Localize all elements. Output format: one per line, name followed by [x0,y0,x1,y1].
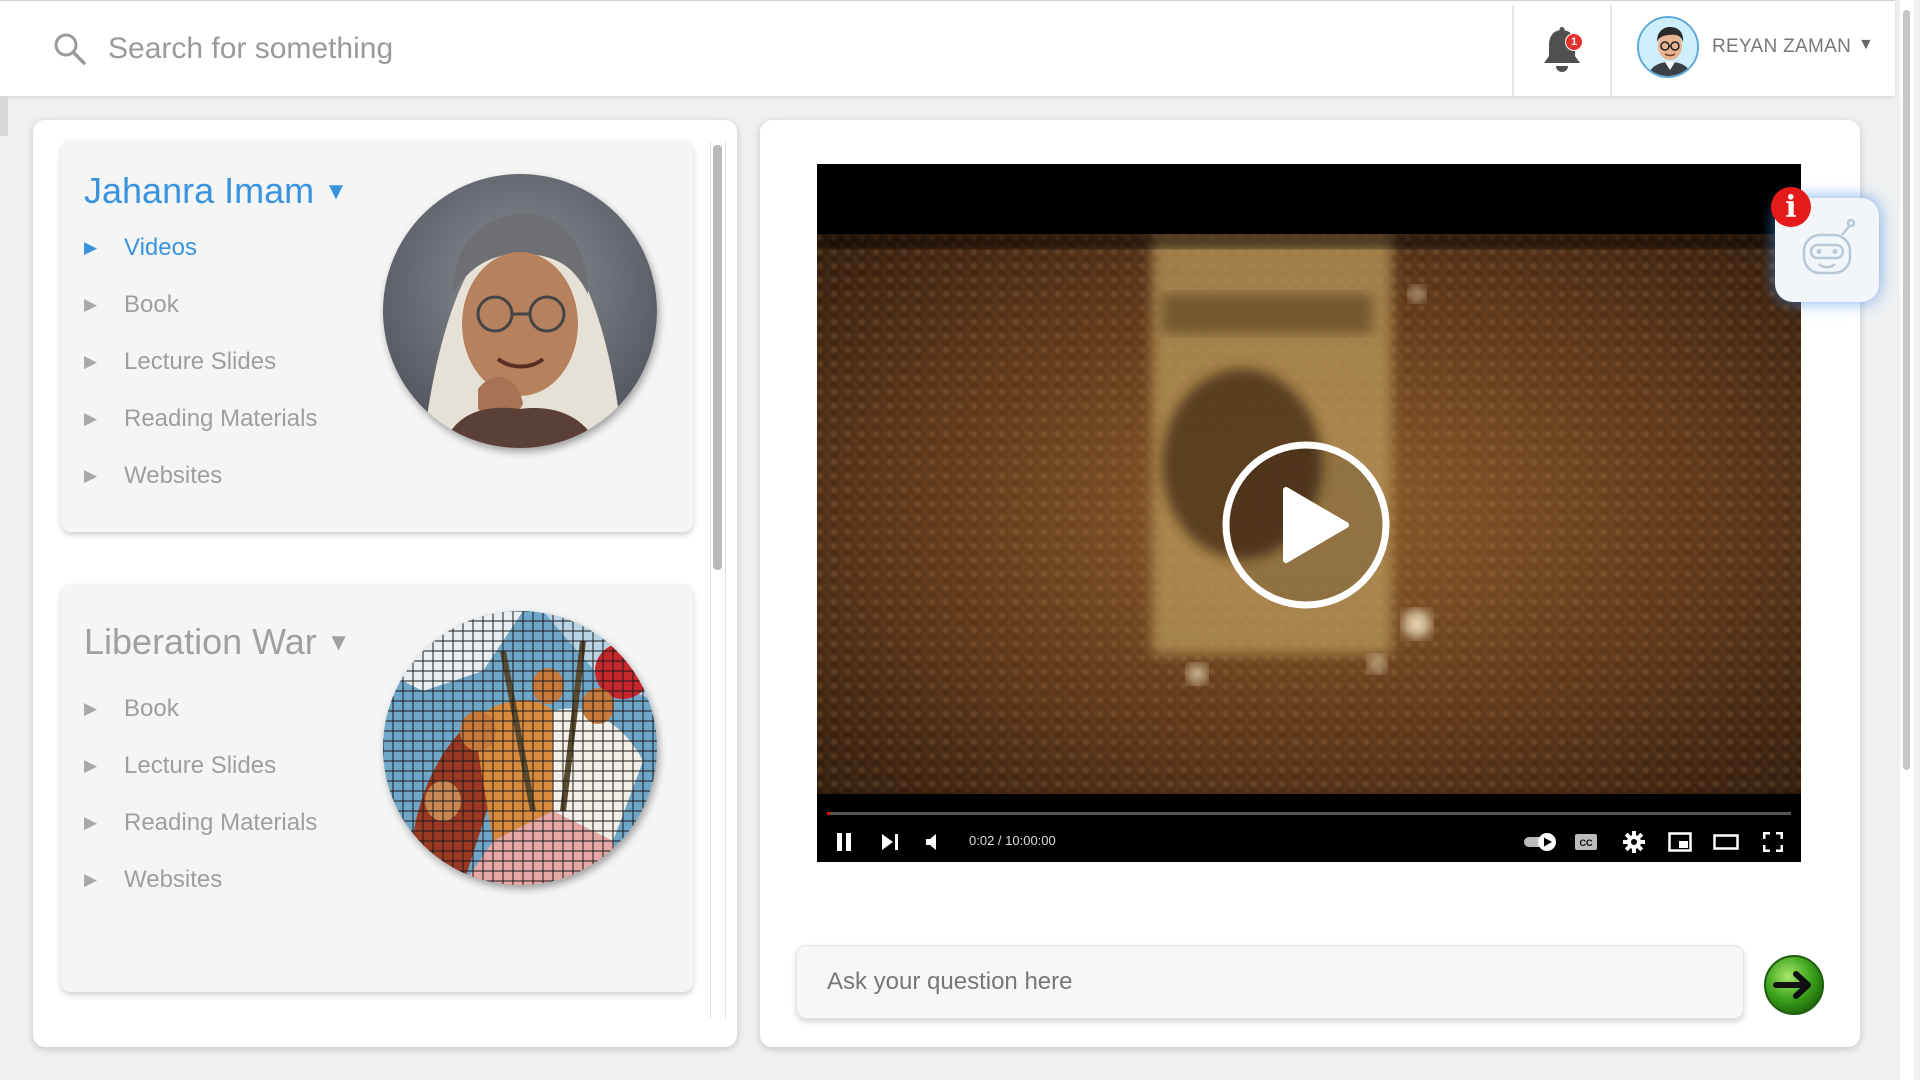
header-divider [1512,5,1514,97]
ask-question-input[interactable] [796,945,1744,1019]
resource-item-lecture-slides[interactable]: ▶ Lecture Slides [84,333,317,390]
top-header [0,0,1895,97]
edge-strip [0,96,8,136]
topic-title-text: Liberation War [84,621,317,662]
topic-portrait-photo [383,174,657,448]
topic-expand-caret-icon[interactable]: ▼ [324,178,348,205]
play-triangle-icon: ▶ [84,465,98,485]
resource-item-book[interactable]: ▶ Book [84,276,317,333]
volume-icon[interactable] [923,828,945,856]
assistant-info-badge[interactable]: i [1771,187,1811,227]
topics-scrollbar-thumb[interactable] [713,145,722,570]
topic-mosaic-photo [383,611,657,885]
resource-item-label: Lecture Slides [124,751,277,779]
svg-text:CC: CC [1580,838,1593,848]
user-name[interactable]: REYAN ZAMAN [1712,36,1851,58]
settings-gear-icon[interactable] [1619,828,1649,856]
pause-icon[interactable] [833,828,855,856]
search-input[interactable] [108,32,808,66]
play-triangle-icon: ▶ [84,869,98,889]
topic-resource-list: ▶ Videos ▶ Book ▶ Lecture Slides ▶ Reading M… [84,219,317,504]
autoplay-toggle-icon[interactable] [1521,828,1561,856]
header-divider [1610,5,1612,97]
video-progress-track[interactable] [827,812,1791,815]
resource-item-label: Book [124,694,179,722]
resource-item-label: Websites [124,865,223,893]
topic-card-jahanara-imam: Jahanra Imam ▼ ▶ Videos ▶ Book ▶ Lecture Sli… [61,140,693,532]
robot-icon [1802,218,1856,275]
page-scrollbar-thumb[interactable] [1903,10,1910,770]
user-menu-caret-icon[interactable]: ▼ [1858,36,1874,54]
play-triangle-icon: ▶ [84,755,98,775]
resource-item-videos[interactable]: ▶ Videos [84,219,317,276]
topic-title-text: Jahanra Imam [84,170,315,211]
play-triangle-icon: ▶ [84,294,98,314]
video-player[interactable]: 0:02 / 10:00:00 CC [817,164,1801,862]
resource-item-reading-materials[interactable]: ▶ Reading Materials [84,390,317,447]
topic-resource-list: ▶ Book ▶ Lecture Slides ▶ Reading Materials… [84,680,317,908]
play-triangle-icon: ▶ [84,351,98,371]
user-avatar[interactable] [1637,16,1699,78]
play-triangle-icon: ▶ [84,408,98,428]
fullscreen-icon[interactable] [1759,828,1787,856]
search-icon[interactable] [52,31,88,67]
topic-title[interactable]: Jahanra Imam ▼ [84,170,348,212]
topic-card-liberation-war: Liberation War ▼ ▶ Book ▶ Lecture Slides ▶ R… [61,584,693,992]
resource-item-label: Videos [124,233,197,261]
search-bar[interactable] [40,21,840,77]
resource-item-book[interactable]: ▶ Book [84,680,317,737]
play-triangle-icon: ▶ [84,698,98,718]
miniplayer-icon[interactable] [1665,828,1695,856]
closed-captions-icon[interactable]: CC [1571,828,1601,856]
resource-item-websites[interactable]: ▶ Websites [84,447,317,504]
resource-item-label: Reading Materials [124,808,318,836]
resource-item-label: Websites [124,461,223,489]
resource-item-label: Lecture Slides [124,347,277,375]
theater-mode-icon[interactable] [1711,828,1741,856]
resource-item-websites[interactable]: ▶ Websites [84,851,317,908]
next-track-icon[interactable] [879,828,901,856]
play-triangle-icon: ▶ [84,812,98,832]
resource-item-label: Reading Materials [124,404,318,432]
send-arrow-icon[interactable] [1762,953,1826,1017]
video-time-display: 0:02 / 10:00:00 [969,833,1056,848]
play-video-icon[interactable] [1221,440,1391,610]
resource-item-lecture-slides[interactable]: ▶ Lecture Slides [84,737,317,794]
notification-count-badge: 1 [1565,33,1583,51]
resource-item-reading-materials[interactable]: ▶ Reading Materials [84,794,317,851]
video-progress-fill[interactable] [827,812,830,815]
topic-expand-caret-icon[interactable]: ▼ [327,629,351,656]
play-triangle-icon: ▶ [84,237,98,257]
resource-item-label: Book [124,290,179,318]
topic-title[interactable]: Liberation War ▼ [84,621,351,663]
